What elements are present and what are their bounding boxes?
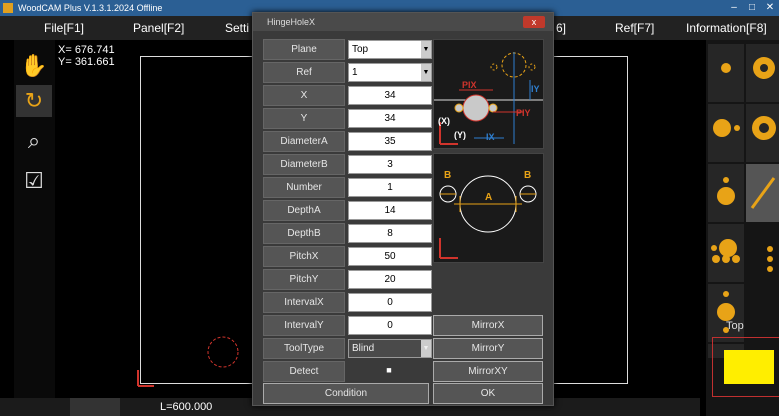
piy-label: PIY	[516, 108, 531, 118]
chevron-down-icon: ▼	[421, 41, 431, 58]
b-left-label: B	[444, 170, 452, 181]
layers-check-icon[interactable]: ☑	[16, 165, 52, 197]
chevron-down-icon: ▼	[421, 64, 431, 81]
tool-line[interactable]	[746, 164, 779, 222]
ok-button[interactable]: OK	[433, 383, 543, 404]
menu-f6[interactable]: 6]	[556, 21, 566, 35]
menu-information[interactable]: Information[F8]	[686, 21, 767, 35]
tool-gear[interactable]	[746, 44, 779, 102]
position-diagram: PIX PIY IY IX (X) (Y)	[433, 39, 544, 149]
param-label-depth-a: DepthA	[263, 200, 345, 221]
coord-y: Y= 361.661	[58, 56, 115, 68]
number-input[interactable]: 1	[348, 178, 432, 197]
pitch-y-input[interactable]: 20	[348, 270, 432, 289]
param-label-depth-b: DepthB	[263, 223, 345, 244]
menu-panel[interactable]: Panel[F2]	[133, 21, 184, 35]
diameter-b-input[interactable]: 3	[348, 155, 432, 174]
menu-setting[interactable]: Setti	[225, 21, 249, 35]
pix-label: PIX	[462, 80, 477, 90]
tool-hinge-hole[interactable]	[708, 104, 744, 162]
diameter-a-input[interactable]: 35	[348, 132, 432, 151]
left-toolbar: ✋ ↻ ⌕ ☑	[14, 40, 55, 416]
param-label-pitch-y: PitchY	[263, 269, 345, 290]
ref-select[interactable]: 1 ▼	[348, 63, 432, 82]
tool-hole-stack[interactable]	[708, 284, 744, 342]
param-label-ref: Ref	[263, 62, 345, 83]
a-label: A	[485, 192, 493, 203]
mirror-xy-button[interactable]: MirrorXY	[433, 361, 543, 382]
menu-file[interactable]: File[F1]	[44, 21, 84, 35]
pitch-x-input[interactable]: 50	[348, 247, 432, 266]
menu-ref[interactable]: Ref[F7]	[615, 21, 654, 35]
param-label-diameter-a: DiameterA	[263, 131, 345, 152]
tool-type-select[interactable]: Blind ▼	[348, 339, 432, 358]
param-label-y: Y	[263, 108, 345, 129]
condition-button[interactable]: Condition	[263, 383, 429, 404]
interval-x-input[interactable]: 0	[348, 293, 432, 312]
param-label-plane: Plane	[263, 39, 345, 60]
hole-diagram: A B B	[433, 153, 544, 263]
app-title: WoodCAM Plus V.1.3.1.2024 Offline	[18, 3, 163, 13]
param-label-interval-x: IntervalX	[263, 292, 345, 313]
dialog-titlebar: HingeHoleX x	[253, 13, 553, 31]
dialog-close-button[interactable]: x	[523, 16, 545, 28]
param-label-x: X	[263, 85, 345, 106]
view-top-label: Top	[726, 320, 744, 332]
detect-checkbox[interactable]: ■	[348, 362, 430, 379]
hingehole-dialog: HingeHoleX x Plane Top ▼ Ref 1 ▼ X 34 Y 34…	[252, 12, 554, 406]
maximize-icon[interactable]: □	[744, 1, 760, 15]
plane-select[interactable]: Top ▼	[348, 40, 432, 59]
tool-single-hole[interactable]	[708, 44, 744, 102]
minimize-icon[interactable]: –	[726, 1, 742, 15]
close-icon[interactable]: ✕	[762, 1, 778, 15]
param-label-tool-type: ToolType	[263, 338, 345, 359]
mirror-y-button[interactable]: MirrorY	[433, 338, 543, 359]
rotate-icon[interactable]: ↻	[16, 85, 52, 117]
y-input[interactable]: 34	[348, 109, 432, 128]
depth-a-input[interactable]: 14	[348, 201, 432, 220]
coord-x: X= 676.741	[58, 44, 115, 56]
param-label-detect: Detect	[263, 361, 345, 382]
zoom-window-icon[interactable]: ⌕	[16, 125, 52, 157]
param-label-interval-y: IntervalY	[263, 315, 345, 336]
y-axis-label: (Y)	[454, 130, 466, 140]
param-label-number: Number	[263, 177, 345, 198]
mirror-x-button[interactable]: MirrorX	[433, 315, 543, 336]
x-input[interactable]: 34	[348, 86, 432, 105]
depth-b-input[interactable]: 8	[348, 224, 432, 243]
app-icon	[3, 3, 13, 13]
chevron-down-icon: ▼	[421, 340, 431, 357]
iy-label: IY	[531, 84, 540, 94]
length-readout: L=600.000	[160, 401, 213, 413]
brand-logo	[70, 398, 120, 416]
b-right-label: B	[524, 170, 532, 181]
dialog-title: HingeHoleX	[267, 17, 316, 27]
hinge-hole-marker	[207, 336, 239, 368]
param-label-pitch-x: PitchX	[263, 246, 345, 267]
panel-preview-thumbnail[interactable]	[724, 350, 774, 384]
canvas-markers	[137, 336, 239, 387]
tool-gear-large[interactable]	[746, 104, 779, 162]
tool-row-icons	[712, 246, 773, 272]
ix-label: IX	[486, 132, 495, 142]
interval-y-input[interactable]: 0	[348, 316, 432, 335]
hand-pan-icon[interactable]: ✋	[16, 50, 52, 82]
cursor-coordinates: X= 676.741 Y= 361.661	[58, 44, 115, 68]
x-axis-label: (X)	[438, 116, 450, 126]
param-label-diameter-b: DiameterB	[263, 154, 345, 175]
tool-vertical-hole[interactable]	[708, 164, 744, 222]
